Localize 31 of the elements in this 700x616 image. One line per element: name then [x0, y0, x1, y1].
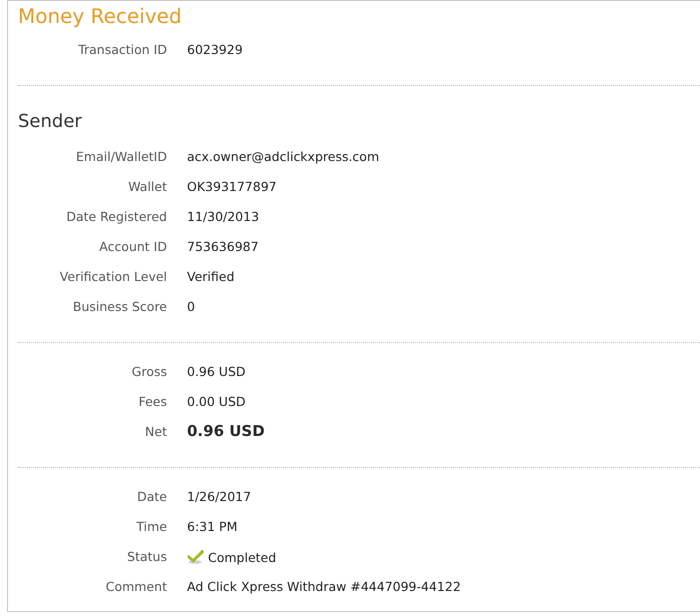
field-label: Date Registered — [65, 208, 167, 224]
field-value: Verified — [187, 268, 234, 284]
field-label: Gross — [130, 364, 167, 378]
field-value: 6023929 — [187, 42, 243, 56]
field-value: 0 — [187, 298, 195, 314]
field-value: 11/30/2013 — [187, 208, 260, 224]
section-heading: Sender — [18, 110, 83, 134]
field-value: 0.96 USD — [187, 364, 246, 378]
check-icon — [187, 548, 204, 564]
field-label: Email/WalletID — [75, 148, 167, 164]
field-label: Fees — [138, 394, 167, 408]
field-value: Ad Click Xpress Withdraw #4447099-44122 — [187, 578, 461, 594]
field-label: Account ID — [98, 238, 167, 254]
field-value: acx.owner@adclickxpress.com — [187, 148, 380, 164]
field-label: Status — [126, 548, 167, 564]
field-label: Comment — [104, 578, 167, 594]
field-label: Verification Level — [58, 268, 167, 284]
field-label: Business Score — [72, 298, 167, 314]
field-label: Transaction ID — [77, 42, 167, 56]
field-value: 753636987 — [187, 238, 259, 254]
field-value: 0.00 USD — [187, 394, 246, 408]
field-label: Date — [136, 488, 167, 504]
page-title: Money Received — [18, 3, 183, 30]
field-value: OK393177897 — [187, 178, 277, 194]
field-label: Net — [144, 424, 167, 438]
field-label: Time — [135, 518, 167, 534]
field-value: 6:31 PM — [187, 518, 238, 534]
field-label: Wallet — [127, 178, 167, 194]
field-value: 1/26/2017 — [187, 488, 252, 504]
field-value: 0.96 USD — [187, 422, 265, 440]
field-value: Completed — [208, 549, 276, 565]
